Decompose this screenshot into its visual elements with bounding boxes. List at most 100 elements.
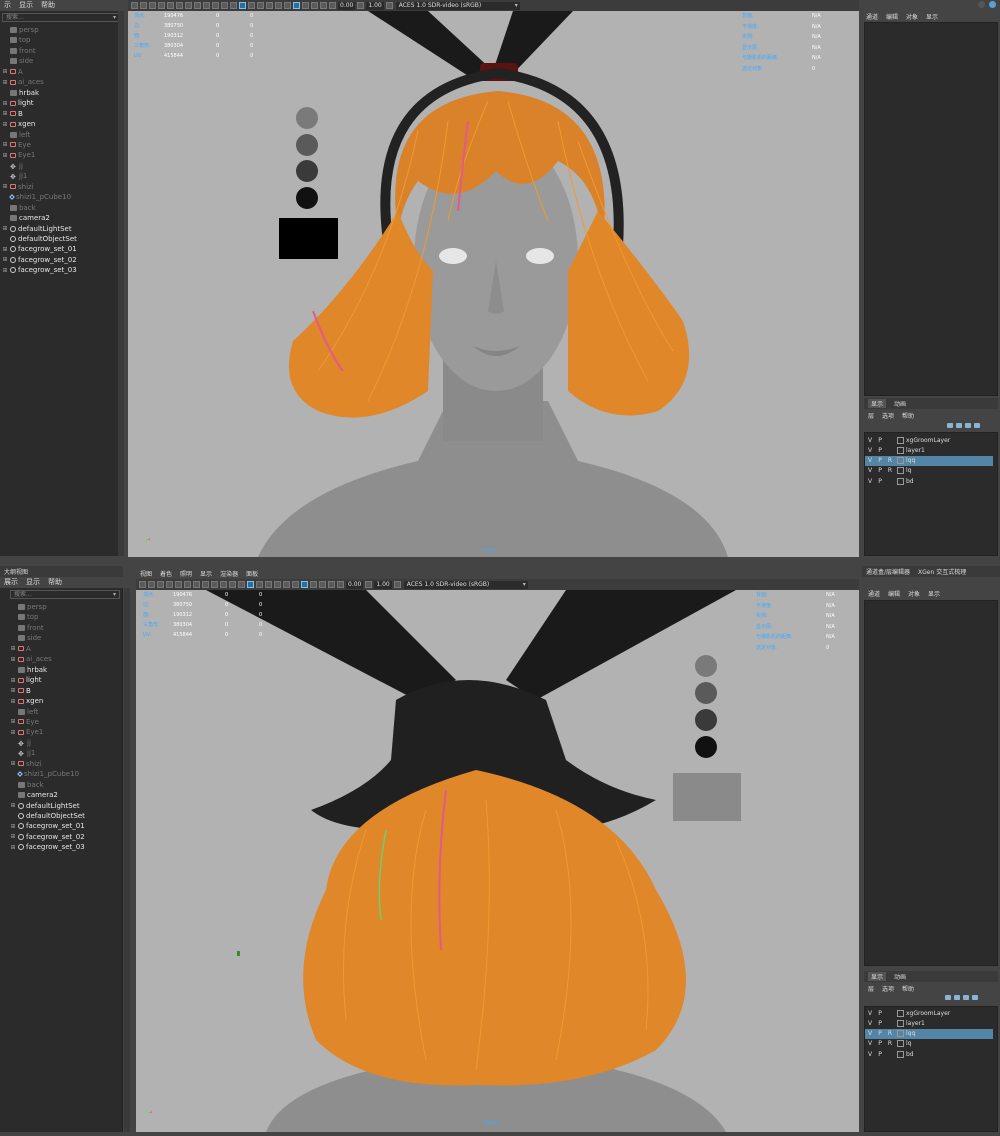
outliner-item[interactable]: ⊞ xgen	[10, 696, 43, 706]
expand-icon[interactable]: ⊞	[2, 68, 8, 75]
image-plane-icon[interactable]	[158, 2, 165, 9]
outliner-item[interactable]: left	[2, 130, 30, 140]
expand-icon[interactable]: ⊞	[2, 246, 8, 253]
layer-toggle-v[interactable]: V	[865, 1051, 875, 1058]
outliner-scrollbar[interactable]	[118, 11, 124, 556]
outliner-item[interactable]: top	[10, 612, 38, 622]
textured-icon[interactable]	[257, 2, 264, 9]
outliner-item[interactable]: back	[2, 203, 36, 213]
color-management-icon[interactable]	[393, 581, 401, 588]
outliner-item[interactable]: camera2	[10, 790, 58, 800]
outliner-item[interactable]: ✥ jj1	[10, 748, 35, 758]
outliner-item[interactable]: ⊞ xgen	[2, 119, 35, 129]
layer-toggle-p[interactable]: P	[875, 1020, 885, 1027]
show-menu[interactable]: 显示	[928, 589, 940, 598]
outliner-item[interactable]: camera2	[2, 213, 50, 223]
layer-row[interactable]: V PxgGroomLayer	[865, 1008, 993, 1018]
chevron-down-icon[interactable]: ▾	[113, 14, 116, 21]
outliner-item[interactable]: ⊞ facegrow_set_03	[2, 265, 76, 275]
new-layer-selected-icon[interactable]	[971, 995, 978, 1000]
layer-toggle-p[interactable]: P	[875, 478, 885, 485]
bookmark-icon[interactable]	[157, 581, 164, 588]
outliner-item[interactable]: side	[2, 56, 33, 66]
layer-row[interactable]: V P Rlq	[865, 1039, 993, 1049]
expand-icon[interactable]: ⊞	[2, 256, 8, 263]
field-chart-icon[interactable]	[203, 2, 210, 9]
outliner-menu-item[interactable]: 帮助	[41, 0, 55, 10]
channel-menu[interactable]: 通道	[866, 12, 878, 21]
ambient-occlusion-icon[interactable]	[284, 2, 291, 9]
outliner-search-input[interactable]: 搜索... ▾	[2, 13, 120, 22]
edit-menu[interactable]: 编辑	[886, 12, 898, 21]
film-gate-icon[interactable]	[184, 581, 191, 588]
outliner-item[interactable]: ⊞ Eye1	[10, 727, 43, 737]
expand-icon[interactable]: ⊞	[2, 267, 8, 274]
layer-color-swatch[interactable]	[897, 467, 904, 475]
tab-display[interactable]: 显示	[868, 972, 887, 981]
lighting-menu[interactable]: 照明	[180, 569, 192, 578]
smooth-shade-icon[interactable]	[247, 581, 254, 588]
safe-title-icon[interactable]	[229, 581, 236, 588]
layer-color-swatch[interactable]	[897, 1040, 904, 1048]
gamma-field[interactable]: 1.00	[374, 580, 392, 589]
new-layer-icon[interactable]	[964, 423, 971, 428]
wireframe-icon[interactable]	[238, 581, 245, 588]
outliner-item[interactable]: top	[2, 35, 30, 45]
outliner-menu-item[interactable]: 显示	[19, 0, 33, 10]
outliner-item[interactable]: ⊞ Eye1	[2, 150, 35, 160]
layer-color-swatch[interactable]	[897, 477, 904, 485]
xray-joints-icon[interactable]	[320, 2, 327, 9]
object-menu[interactable]: 对象	[906, 12, 918, 21]
gate-mask-icon[interactable]	[202, 581, 209, 588]
options-menu[interactable]: 选项	[882, 984, 894, 993]
channel-box-area[interactable]	[864, 22, 998, 396]
expand-icon[interactable]: ⊞	[10, 718, 16, 725]
shadows-icon[interactable]	[283, 581, 290, 588]
help-menu[interactable]: 帮助	[902, 411, 914, 420]
expand-icon[interactable]: ⊞	[10, 687, 16, 694]
outliner-item[interactable]: ⊞ defaultLightSet	[2, 224, 71, 234]
object-menu[interactable]: 对象	[908, 589, 920, 598]
move-down-icon[interactable]	[955, 423, 962, 428]
film-gate-icon[interactable]	[176, 2, 183, 9]
edit-menu[interactable]: 编辑	[888, 589, 900, 598]
show-menu[interactable]: 显示	[926, 12, 938, 21]
outliner-item[interactable]: side	[10, 633, 41, 643]
tab-channel-box[interactable]: 通道盒/层编辑器	[866, 567, 910, 576]
outliner-item[interactable]: persp	[10, 602, 47, 612]
smooth-shade-icon[interactable]	[239, 2, 246, 9]
outliner-item[interactable]: hrbak	[10, 665, 47, 675]
renderer-menu[interactable]: 渲染器	[220, 569, 238, 578]
outliner-item[interactable]: persp	[2, 25, 39, 35]
options-menu[interactable]: 选项	[882, 411, 894, 420]
select-camera-icon[interactable]	[139, 581, 146, 588]
exposure-field[interactable]: 0.00	[346, 580, 364, 589]
layer-toggle-v[interactable]: V	[865, 467, 875, 474]
gamma-icon[interactable]	[365, 581, 373, 588]
layer-color-swatch[interactable]	[897, 446, 904, 454]
outliner-item[interactable]: ⊞ ai_aces	[10, 654, 51, 664]
viewport-persp[interactable]: 顶点: 190476 0 0 边: 380750 0 0 面: 190312 0 0 三角形: 38030…	[128, 11, 859, 557]
layer-row[interactable]: V Pbd	[865, 476, 993, 486]
outliner-item[interactable]: ⊞ facegrow_set_02	[2, 255, 76, 265]
outliner-item[interactable]: ⊞ Eye	[10, 717, 38, 727]
wireframe-on-shaded-icon[interactable]	[256, 581, 263, 588]
new-layer-selected-icon[interactable]	[973, 423, 980, 428]
shadows-icon[interactable]	[275, 2, 282, 9]
outliner-menu-item[interactable]: 展示	[4, 577, 18, 587]
wireframe-icon[interactable]	[230, 2, 237, 9]
safe-action-icon[interactable]	[212, 2, 219, 9]
layer-color-swatch[interactable]	[897, 1050, 904, 1058]
toggle-icon[interactable]	[978, 1, 985, 8]
expand-icon[interactable]: ⊞	[10, 823, 16, 830]
outliner-menu-item[interactable]: 帮助	[48, 577, 62, 587]
antialias-icon[interactable]	[301, 581, 308, 588]
show-menu[interactable]: 显示	[200, 569, 212, 578]
layer-toggle-v[interactable]: V	[865, 447, 875, 454]
xray-icon[interactable]	[311, 2, 318, 9]
tab-animation[interactable]: 动画	[894, 972, 906, 981]
chevron-down-icon[interactable]: ▾	[113, 591, 116, 598]
layer-row[interactable]: V P Rlq	[865, 466, 993, 476]
xray-joints-icon[interactable]	[328, 581, 335, 588]
wireframe-on-shaded-icon[interactable]	[248, 2, 255, 9]
